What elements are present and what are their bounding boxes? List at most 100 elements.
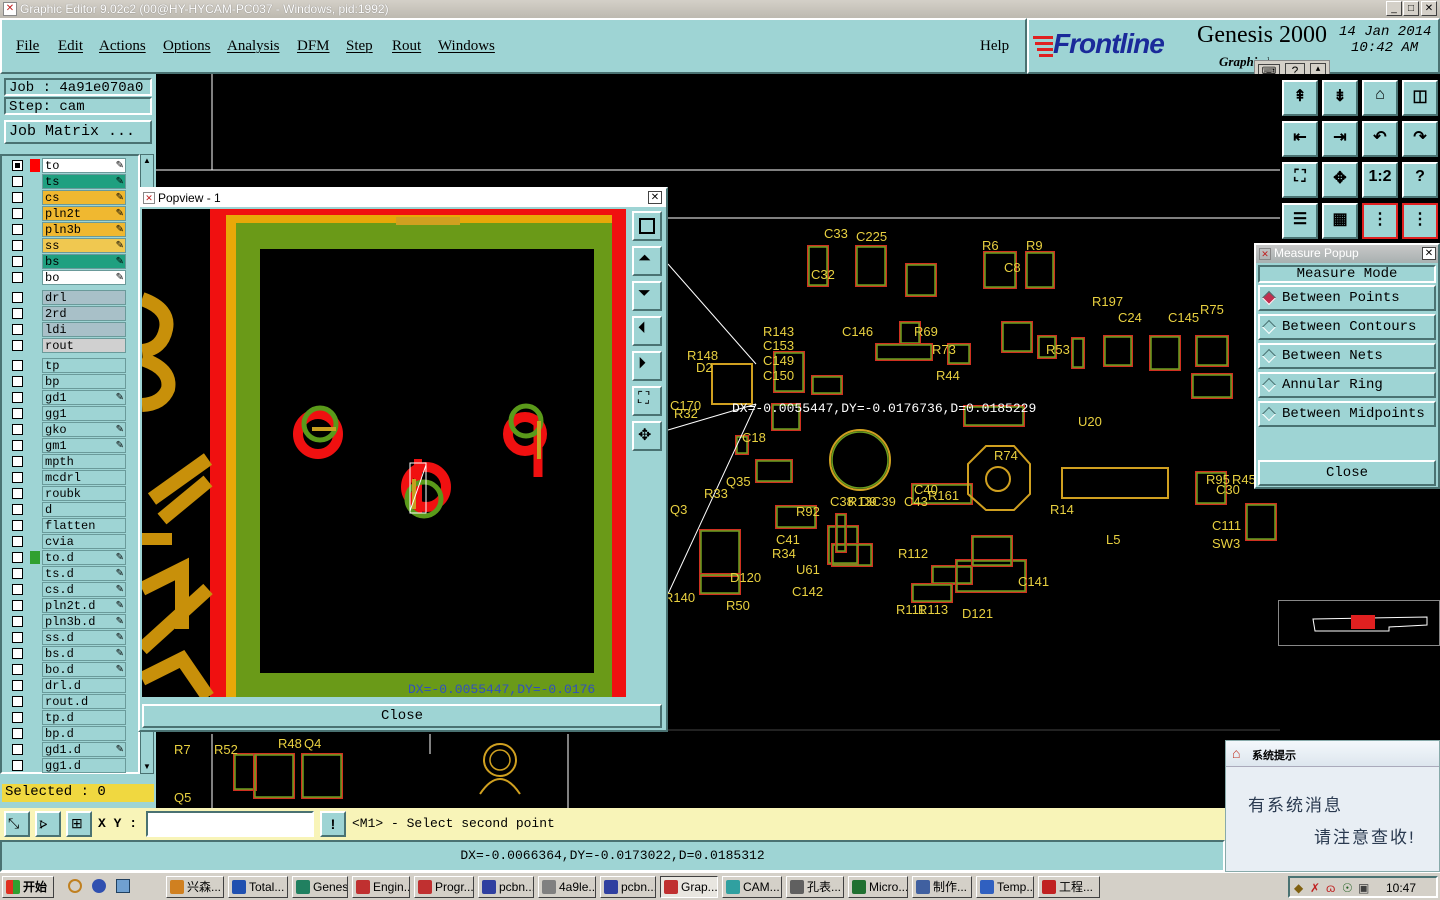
- layer-name[interactable]: bs: [42, 254, 126, 269]
- view-tool-page-up[interactable]: ⇞: [1282, 80, 1318, 116]
- layer-checkbox[interactable]: [12, 308, 23, 319]
- layer-name[interactable]: gg1: [42, 406, 126, 421]
- task-button-0[interactable]: 兴森...: [166, 876, 224, 898]
- layer-checkbox[interactable]: [12, 456, 23, 467]
- popview-titlebar[interactable]: ✕ Popview - 1 ✕: [140, 189, 666, 207]
- system-notification[interactable]: ⌂ 系统提示 有系统消息 请注意查收!: [1225, 740, 1440, 872]
- layer-name[interactable]: tp.d: [42, 710, 126, 725]
- view-tool-snap-right[interactable]: ⇥: [1322, 121, 1358, 157]
- layer-name[interactable]: bs.d: [42, 646, 126, 661]
- layer-checkbox[interactable]: [12, 192, 23, 203]
- measure-option-annular-ring[interactable]: Annular Ring: [1258, 372, 1436, 398]
- layer-checkbox[interactable]: [12, 696, 23, 707]
- layer-row-ldi[interactable]: ldi: [8, 322, 126, 337]
- layer-name[interactable]: ts: [42, 174, 126, 189]
- menu-step[interactable]: Step: [346, 38, 373, 55]
- layer-checkbox[interactable]: [12, 408, 23, 419]
- layer-checkbox[interactable]: [12, 272, 23, 283]
- layer-checkbox[interactable]: [12, 240, 23, 251]
- layer-row-mcdrl[interactable]: mcdrl: [8, 470, 126, 485]
- tool-measure-b[interactable]: ⦠: [35, 811, 61, 837]
- scroll-down-icon[interactable]: ▼: [142, 762, 152, 772]
- task-button-2[interactable]: Genesis: [292, 876, 348, 898]
- layer-row-to[interactable]: to ✎: [8, 158, 126, 173]
- layer-checkbox[interactable]: [12, 324, 23, 335]
- layer-row-ts-d[interactable]: ts.d ✎: [8, 566, 126, 581]
- layer-checkbox[interactable]: [12, 224, 23, 235]
- layer-row-cs-d[interactable]: cs.d ✎: [8, 582, 126, 597]
- xy-input[interactable]: [146, 811, 314, 837]
- layer-name[interactable]: gd1: [42, 390, 126, 405]
- layer-checkbox[interactable]: [12, 664, 23, 675]
- layer-row-gg1[interactable]: gg1: [8, 406, 126, 421]
- view-tool-split-view[interactable]: ◫: [1402, 80, 1438, 116]
- task-button-14[interactable]: 工程...: [1038, 876, 1100, 898]
- layer-checkbox[interactable]: [12, 744, 23, 755]
- layer-row-to-d[interactable]: to.d ✎: [8, 550, 126, 565]
- layer-checkbox[interactable]: [12, 728, 23, 739]
- popview-close-icon[interactable]: ✕: [648, 191, 662, 204]
- start-button[interactable]: 开始: [2, 876, 54, 898]
- menu-actions[interactable]: Actions: [99, 38, 146, 55]
- job-matrix-button[interactable]: Job Matrix ...: [4, 120, 152, 144]
- layer-checkbox[interactable]: [12, 256, 23, 267]
- layer-name[interactable]: gg1.d: [42, 758, 126, 773]
- popview-canvas[interactable]: DX=-0.0055447,DY=-0.0176: [142, 209, 626, 697]
- layer-name[interactable]: pln3b: [42, 222, 126, 237]
- layer-checkbox[interactable]: [12, 340, 23, 351]
- tray-icon-b[interactable]: ✗: [1310, 881, 1320, 895]
- layer-checkbox[interactable]: [12, 584, 23, 595]
- layer-checkbox[interactable]: [12, 472, 23, 483]
- view-tool-traffic-light[interactable]: ⋮: [1362, 203, 1398, 239]
- quicklaunch-ie-icon[interactable]: [92, 879, 106, 893]
- measure-titlebar[interactable]: ✕ Measure Popup ✕: [1256, 245, 1438, 263]
- menu-options[interactable]: Options: [163, 38, 211, 55]
- layer-row-mpth[interactable]: mpth: [8, 454, 126, 469]
- layer-row-ss[interactable]: ss ✎: [8, 238, 126, 253]
- task-button-3[interactable]: Engin...: [352, 876, 410, 898]
- layer-checkbox[interactable]: [12, 680, 23, 691]
- layer-checkbox[interactable]: [12, 504, 23, 515]
- tray-icon-d[interactable]: ☉: [1342, 881, 1353, 895]
- layer-row-rout-d[interactable]: rout.d: [8, 694, 126, 709]
- view-tool-layer-settings[interactable]: ☰: [1282, 203, 1318, 239]
- measure-close-icon[interactable]: ✕: [1422, 247, 1436, 260]
- tool-grid[interactable]: ⊞: [66, 811, 92, 837]
- layer-row-drl-d[interactable]: drl.d: [8, 678, 126, 693]
- layer-row-bo-d[interactable]: bo.d ✎: [8, 662, 126, 677]
- layer-checkbox[interactable]: [12, 488, 23, 499]
- layer-name[interactable]: cs.d: [42, 582, 126, 597]
- layer-row-pln3b[interactable]: pln3b ✎: [8, 222, 126, 237]
- layer-row-rout[interactable]: rout: [8, 338, 126, 353]
- quicklaunch-desktop-icon[interactable]: [116, 879, 130, 893]
- layer-row-ss-d[interactable]: ss.d ✎: [8, 630, 126, 645]
- view-tool-undo-view[interactable]: ↶: [1362, 121, 1398, 157]
- view-tool-grid-view[interactable]: ▦: [1322, 203, 1358, 239]
- layer-checkbox[interactable]: [12, 520, 23, 531]
- layer-row-drl[interactable]: drl: [8, 290, 126, 305]
- task-button-13[interactable]: Temp...: [976, 876, 1034, 898]
- mini-map[interactable]: [1278, 600, 1440, 646]
- task-button-4[interactable]: Progr...: [414, 876, 474, 898]
- layer-name[interactable]: drl.d: [42, 678, 126, 693]
- layer-checkbox[interactable]: [12, 424, 23, 435]
- layer-name[interactable]: pln2t.d: [42, 598, 126, 613]
- layer-row-gd1-d[interactable]: gd1.d ✎: [8, 742, 126, 757]
- view-tool-redo-view[interactable]: ↷: [1402, 121, 1438, 157]
- menu-edit[interactable]: Edit: [58, 38, 83, 55]
- layer-checkbox[interactable]: [12, 552, 23, 563]
- view-tool-scale-1-2[interactable]: 1:2: [1362, 162, 1398, 198]
- layer-name[interactable]: rout: [42, 338, 126, 353]
- layer-row-roubk[interactable]: roubk: [8, 486, 126, 501]
- task-button-10[interactable]: 孔表...: [786, 876, 844, 898]
- layer-checkbox[interactable]: [12, 536, 23, 547]
- view-tool-page-down[interactable]: ⇟: [1322, 80, 1358, 116]
- layer-row-bs-d[interactable]: bs.d ✎: [8, 646, 126, 661]
- layer-checkbox[interactable]: [12, 292, 23, 303]
- scroll-up-icon[interactable]: ▲: [142, 156, 152, 166]
- layer-checkbox[interactable]: [12, 176, 23, 187]
- layer-checkbox[interactable]: [12, 600, 23, 611]
- layer-name[interactable]: d: [42, 502, 126, 517]
- layer-row-bs[interactable]: bs ✎: [8, 254, 126, 269]
- menu-windows[interactable]: Windows: [438, 38, 495, 55]
